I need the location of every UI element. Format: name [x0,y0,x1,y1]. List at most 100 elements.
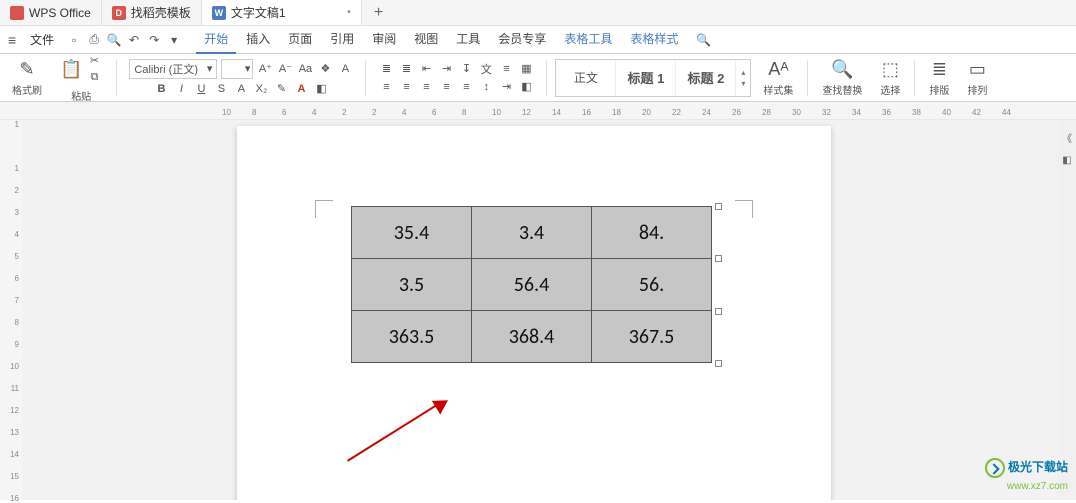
table-cell[interactable]: 367.5 [592,311,712,363]
font-color-icon[interactable]: A [293,81,309,97]
print-icon[interactable]: ⎙ [86,32,102,48]
clear-format-icon[interactable]: ❖ [317,61,333,77]
table-cell[interactable]: 56.4 [472,259,592,311]
tab-document[interactable]: W 文字文稿1 • [202,0,362,25]
change-case-icon[interactable]: Aa [297,61,313,77]
copy-icon[interactable]: ⧉ [86,70,102,86]
font-name-select[interactable]: Calibri (正文)▾ [129,59,217,79]
cut-icon[interactable]: ✂ [86,53,102,69]
menu-page[interactable]: 页面 [280,25,320,54]
collapse-icon[interactable]: 《 [1062,130,1072,145]
numbering-icon[interactable]: ≣ [398,61,414,77]
panel-icon[interactable]: ◧ [1062,155,1071,166]
underline-icon[interactable]: U [193,81,209,97]
table-cell[interactable]: 56. [592,259,712,311]
format-painter-group[interactable]: ✎ 格式刷 [6,59,48,97]
bullets-icon[interactable]: ≣ [378,61,394,77]
select-group[interactable]: ⬚ 选择 [874,59,906,97]
menu-home[interactable]: 开始 [196,25,236,54]
line-spacing-icon[interactable]: ≡ [498,61,514,77]
preview-icon[interactable]: 🔍 [106,32,122,48]
page[interactable]: 35.4 3.4 84. 3.5 56.4 56. 363.5 368.4 36… [237,126,831,500]
distribute-icon[interactable]: ≡ [458,79,474,95]
table-row[interactable]: 3.5 56.4 56. [352,259,712,311]
text-direction-icon[interactable]: 文 [478,61,494,77]
shrink-font-icon[interactable]: A⁻ [277,61,293,77]
menu-tools[interactable]: 工具 [448,25,488,54]
style-set-label: 样式集 [763,82,793,97]
font-name-value: Calibri (正文) [134,61,198,77]
menu-member[interactable]: 会员专享 [490,25,554,54]
indent-icon[interactable]: ⇥ [438,61,454,77]
subscript-icon[interactable]: X₂ [253,81,269,97]
menu-review[interactable]: 审阅 [364,25,404,54]
find-replace-group[interactable]: 🔍 查找替换 [816,59,868,97]
table-handle-icon[interactable] [715,255,722,262]
borders-icon[interactable]: ▦ [518,61,534,77]
align-right-icon[interactable]: ≡ [418,79,434,95]
table-row[interactable]: 363.5 368.4 367.5 [352,311,712,363]
data-table[interactable]: 35.4 3.4 84. 3.5 56.4 56. 363.5 368.4 36… [351,206,712,363]
table-cell[interactable]: 35.4 [352,207,472,259]
layout-group[interactable]: ≣ 排版 [923,59,955,97]
separator [914,60,915,96]
menu-reference[interactable]: 引用 [322,25,362,54]
align-left-icon[interactable]: ≡ [378,79,394,95]
highlight-icon[interactable]: ✎ [273,81,289,97]
new-tab-button[interactable]: + [362,4,395,22]
style-gallery[interactable]: 正文 标题 1 标题 2 ▴▾ [555,59,751,97]
format-painter-icon: ✎ [19,59,34,80]
table-cell[interactable]: 84. [592,207,712,259]
sort-icon[interactable]: ↧ [458,61,474,77]
align-justify-icon[interactable]: ≡ [438,79,454,95]
separator [546,60,547,96]
bold-icon[interactable]: B [153,81,169,97]
italic-icon[interactable]: I [173,81,189,97]
canvas[interactable]: 35.4 3.4 84. 3.5 56.4 56. 363.5 368.4 36… [22,120,1058,500]
table-handle-icon[interactable] [715,203,722,210]
strike-icon[interactable]: S [213,81,229,97]
menu-view[interactable]: 视图 [406,25,446,54]
undo-icon[interactable]: ↶ [126,32,142,48]
ruler-horizontal[interactable]: 1086422468101214161820222426283032343638… [0,102,1076,120]
dropdown-icon[interactable]: ▾ [166,32,182,48]
shading-icon[interactable]: ◧ [313,81,329,97]
table-handle-icon[interactable] [715,308,722,315]
search-icon[interactable]: 🔍 [696,33,711,47]
style-set-group[interactable]: Aᴬ 样式集 [757,59,799,97]
hamburger-icon[interactable]: ≡ [0,32,24,48]
app-tab[interactable]: WPS Office [0,0,102,25]
menu-file[interactable]: 文件 [24,31,60,48]
paste-group[interactable]: 📋 ✂ ⧉ 粘贴 [54,53,108,103]
para-shading-icon[interactable]: ◧ [518,79,534,95]
table-handle-icon[interactable] [715,360,722,367]
layout-label: 排版 [929,82,949,97]
redo-icon[interactable]: ↷ [146,32,162,48]
menu-table-style[interactable]: 表格样式 [622,25,686,54]
style-h1[interactable]: 标题 1 [616,60,676,96]
save-icon[interactable]: ▫ [66,32,82,48]
tabstop-icon[interactable]: ⇥ [498,79,514,95]
table-cell[interactable]: 368.4 [472,311,592,363]
grow-font-icon[interactable]: A⁺ [257,61,273,77]
table-cell[interactable]: 363.5 [352,311,472,363]
paragraph-group: ≣ ≣ ⇤ ⇥ ↧ 文 ≡ ▦ ≡ ≡ ≡ ≡ ≡ ↕ ⇥ ◧ [374,61,538,95]
text-effect-icon[interactable]: A [233,81,249,97]
menu-insert[interactable]: 插入 [238,25,278,54]
outdent-icon[interactable]: ⇤ [418,61,434,77]
table-cell[interactable]: 3.5 [352,259,472,311]
quick-access: ▫ ⎙ 🔍 ↶ ↷ ▾ [60,32,188,48]
style-body[interactable]: 正文 [556,60,616,96]
align-center-icon[interactable]: ≡ [398,79,414,95]
font-size-select[interactable]: ▾ [221,59,253,79]
tab-templates[interactable]: D 找稻壳模板 [102,0,202,25]
arrange-group[interactable]: ▭ 排列 [961,59,993,97]
spacing-icon[interactable]: ↕ [478,79,494,95]
style-more-icon[interactable]: ▴▾ [736,68,750,88]
style-h2[interactable]: 标题 2 [676,60,736,96]
ruler-vertical[interactable]: 112345678910111213141516 [0,120,22,500]
menu-table-tools[interactable]: 表格工具 [556,25,620,54]
table-cell[interactable]: 3.4 [472,207,592,259]
phonetic-icon[interactable]: A [337,61,353,77]
table-row[interactable]: 35.4 3.4 84. [352,207,712,259]
